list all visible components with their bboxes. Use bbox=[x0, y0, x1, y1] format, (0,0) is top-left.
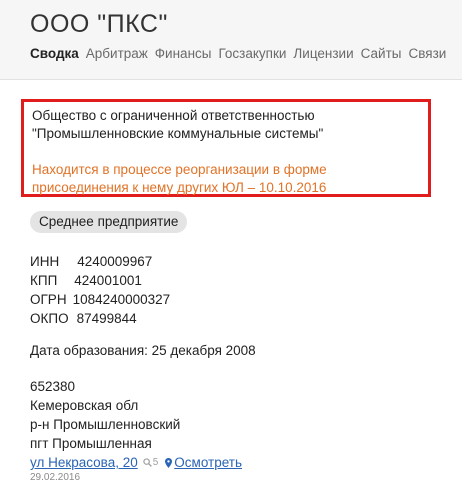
identifiers-list: ИНН 4240009967 КПП 424001001 ОГРН 108424… bbox=[30, 252, 170, 328]
identifier-label: ОКПО bbox=[30, 311, 69, 326]
street-link[interactable]: ул Некрасова, 20 bbox=[30, 453, 138, 472]
founded-date: Дата образования: 25 декабря 2008 bbox=[30, 343, 256, 358]
view-location-link[interactable]: Осмотреть bbox=[165, 453, 242, 472]
address-district: р-н Промышленновский bbox=[30, 417, 181, 432]
identifier-value: 1084240000327 bbox=[72, 292, 171, 307]
address-street-line: ул Некрасова, 20 5 Осмотреть bbox=[30, 453, 242, 472]
identifier-value: 87499844 bbox=[76, 311, 137, 326]
search-icon bbox=[143, 458, 152, 467]
address-settlement: пгт Промышленная bbox=[30, 436, 152, 451]
address-date: 29.02.2016 bbox=[30, 472, 81, 483]
company-name-box: Общество с ограниченной ответственностью… bbox=[21, 99, 431, 197]
reorganization-note: Находится в процессе реорганизации в фор… bbox=[32, 162, 327, 195]
size-badge: Среднее предприятие bbox=[30, 211, 188, 233]
tab-licenses[interactable]: Лицензии bbox=[293, 46, 353, 61]
identifier-value: 4240009967 bbox=[77, 254, 153, 269]
header: ООО "ПКС" Сводка Арбитраж Финансы Госзак… bbox=[0, 0, 462, 80]
identifier-row-ogrn: ОГРН 1084240000327 bbox=[30, 290, 170, 309]
map-pin-icon bbox=[165, 457, 173, 468]
tab-summary[interactable]: Сводка bbox=[30, 46, 79, 61]
tab-sites[interactable]: Сайты bbox=[361, 46, 402, 61]
view-location-label: Осмотреть bbox=[174, 455, 242, 470]
address-postcode: 652380 bbox=[30, 379, 76, 394]
identifier-row-okpo: ОКПО 87499844 bbox=[30, 309, 170, 328]
company-full-name: Общество с ограниченной ответственностью… bbox=[32, 108, 324, 141]
tab-bar: Сводка Арбитраж Финансы Госзакупки Лицен… bbox=[30, 46, 453, 61]
identifier-row-kpp: КПП 424001001 bbox=[30, 271, 170, 290]
tab-finance[interactable]: Финансы bbox=[155, 46, 212, 61]
identifier-label: ИНН bbox=[30, 254, 60, 269]
address-region: Кемеровская обл bbox=[30, 398, 139, 413]
identifier-row-inn: ИНН 4240009967 bbox=[30, 252, 170, 271]
tab-connections[interactable]: Связи bbox=[408, 46, 446, 61]
page-title: ООО "ПКС" bbox=[30, 10, 168, 38]
identifier-label: КПП bbox=[30, 273, 58, 288]
search-count-value: 5 bbox=[152, 457, 159, 468]
identifier-value: 424001001 bbox=[74, 273, 142, 288]
tab-procurement[interactable]: Госзакупки bbox=[218, 46, 286, 61]
identifier-label: ОГРН bbox=[30, 292, 67, 307]
address-block: 652380 Кемеровская обл р-н Промышленновс… bbox=[30, 377, 242, 472]
tab-arbitration[interactable]: Арбитраж bbox=[86, 46, 148, 61]
address-search-count[interactable]: 5 bbox=[143, 453, 159, 472]
